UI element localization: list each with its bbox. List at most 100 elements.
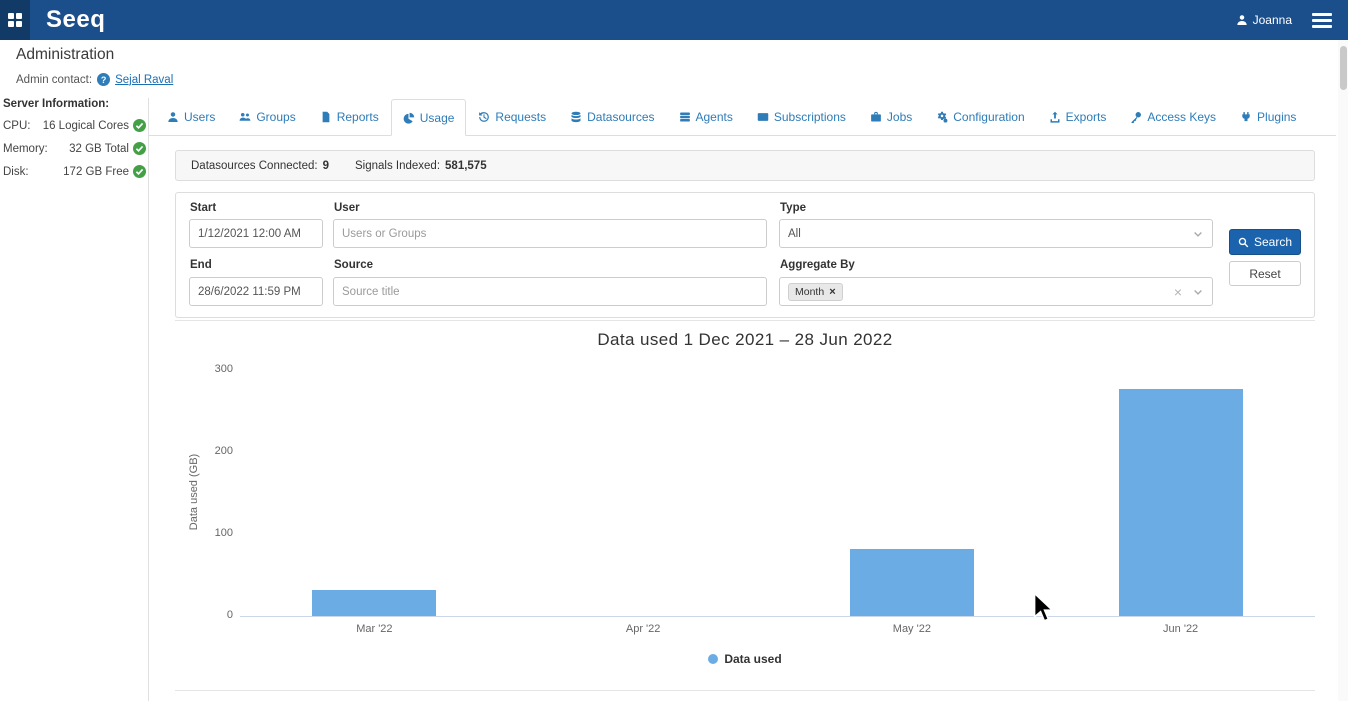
user-label: User: [334, 202, 360, 214]
tab-reports[interactable]: Reports: [308, 99, 391, 135]
end-date-input[interactable]: [189, 277, 323, 306]
tab-label: Configuration: [953, 110, 1024, 124]
x-axis-category-label: May '22: [867, 623, 957, 635]
history-icon: [478, 111, 490, 123]
filter-panel: Start User Type All End Source Aggregate…: [175, 192, 1315, 318]
tab-usage[interactable]: Usage: [391, 99, 467, 136]
x-axis-category-label: Apr '22: [598, 623, 688, 635]
reset-button[interactable]: Reset: [1229, 261, 1301, 286]
hamburger-menu-icon[interactable]: [1312, 10, 1332, 31]
signals-indexed-value: 581,575: [445, 160, 487, 172]
datasources-connected-stat: Datasources Connected: 9: [191, 160, 329, 172]
tab-requests[interactable]: Requests: [466, 99, 558, 135]
card-icon: [757, 111, 769, 123]
search-icon: [1238, 237, 1249, 248]
y-axis-tick-label: 300: [175, 363, 233, 375]
briefcase-icon: [870, 111, 882, 123]
tab-configuration[interactable]: Configuration: [924, 99, 1036, 135]
tab-access-keys[interactable]: Access Keys: [1118, 99, 1228, 135]
tab-plugins[interactable]: Plugins: [1228, 99, 1308, 135]
remove-month-tag-icon[interactable]: ×: [829, 286, 835, 298]
tab-users[interactable]: Users: [155, 99, 227, 135]
pie-icon: [403, 112, 415, 124]
end-label: End: [190, 259, 212, 271]
tab-label: Datasources: [587, 110, 654, 124]
x-axis-category-label: Mar '22: [329, 623, 419, 635]
signals-indexed-label: Signals Indexed:: [355, 160, 440, 172]
signals-indexed-stat: Signals Indexed: 581,575: [355, 160, 487, 172]
tab-label: Users: [184, 110, 215, 124]
y-axis-tick-label: 200: [175, 445, 233, 457]
month-tag: Month ×: [788, 283, 843, 301]
datasources-connected-label: Datasources Connected:: [191, 160, 318, 172]
type-selected-value: All: [788, 228, 801, 240]
user-menu[interactable]: Joanna: [1236, 13, 1292, 27]
source-input[interactable]: [333, 277, 767, 306]
page-title: Administration: [16, 46, 114, 64]
clear-aggregate-icon[interactable]: ×: [1174, 284, 1182, 300]
tab-label: Usage: [420, 111, 455, 125]
user-input[interactable]: [333, 219, 767, 248]
chevron-down-icon: [1192, 286, 1204, 298]
y-axis-tick-label: 100: [175, 527, 233, 539]
tab-label: Groups: [256, 110, 295, 124]
chevron-down-icon: [1192, 228, 1204, 240]
chart-bar: [312, 590, 436, 616]
tab-jobs[interactable]: Jobs: [858, 99, 924, 135]
tab-label: Agents: [696, 110, 733, 124]
tab-datasources[interactable]: Datasources: [558, 99, 666, 135]
server-info-row: Memory:32 GB Total: [3, 142, 146, 155]
tab-agents[interactable]: Agents: [667, 99, 745, 135]
stats-bar: Datasources Connected: 9 Signals Indexed…: [175, 150, 1315, 181]
server-info-value: 32 GB Total: [69, 143, 129, 155]
tab-exports[interactable]: Exports: [1037, 99, 1119, 135]
check-circle-icon: [133, 119, 146, 132]
tabs-bar: Users Groups Reports Usage Requests Datasourc…: [149, 99, 1336, 136]
legend-label: Data used: [724, 652, 781, 666]
server-info: Server Information: CPU:16 Logical Cores…: [3, 98, 146, 188]
server-info-row: Disk:172 GB Free: [3, 165, 146, 178]
server-info-label: Disk:: [3, 166, 29, 178]
aggregate-by-select[interactable]: Month × ×: [779, 277, 1213, 306]
server-info-heading: Server Information:: [3, 98, 146, 110]
server-info-label: CPU:: [3, 120, 30, 132]
tab-label: Subscriptions: [774, 110, 846, 124]
gears-icon: [936, 111, 948, 123]
tab-groups[interactable]: Groups: [227, 99, 307, 135]
tab-subscriptions[interactable]: Subscriptions: [745, 99, 858, 135]
admin-contact-link[interactable]: Sejal Raval: [115, 74, 173, 86]
seeq-logo: Seeq: [46, 6, 105, 34]
person-icon: [1236, 14, 1248, 26]
scrollbar-thumb[interactable]: [1340, 46, 1347, 90]
aggregate-by-label: Aggregate By: [780, 259, 855, 271]
tab-label: Exports: [1066, 110, 1107, 124]
tab-label: Access Keys: [1147, 110, 1216, 124]
type-label: Type: [780, 202, 806, 214]
chart-bar: [1119, 389, 1243, 616]
x-axis-category-label: Jun '22: [1136, 623, 1226, 635]
y-axis-tick-label: 0: [175, 609, 233, 621]
plug-icon: [1240, 111, 1252, 123]
search-button[interactable]: Search: [1229, 229, 1301, 255]
tab-label: Requests: [495, 110, 546, 124]
users-icon: [239, 111, 251, 123]
legend-marker-icon: [708, 654, 718, 664]
administration-page: Seeq Joanna Administration Admin contact…: [0, 0, 1348, 701]
type-select[interactable]: All: [779, 219, 1213, 248]
start-date-input[interactable]: [189, 219, 323, 248]
reset-button-label: Reset: [1249, 267, 1280, 281]
server-icon: [679, 111, 691, 123]
start-label: Start: [190, 202, 216, 214]
source-label: Source: [334, 259, 373, 271]
chart-bar: [850, 549, 974, 616]
app-grid-button[interactable]: [0, 0, 30, 40]
server-info-row: CPU:16 Logical Cores: [3, 119, 146, 132]
admin-contact-label: Admin contact:: [16, 74, 92, 86]
file-icon: [320, 111, 332, 123]
user-icon: [167, 111, 179, 123]
database-icon: [570, 111, 582, 123]
help-icon[interactable]: ?: [97, 73, 110, 86]
scrollbar[interactable]: [1338, 40, 1348, 701]
admin-contact: Admin contact: ? Sejal Raval: [16, 73, 173, 86]
tab-label: Reports: [337, 110, 379, 124]
